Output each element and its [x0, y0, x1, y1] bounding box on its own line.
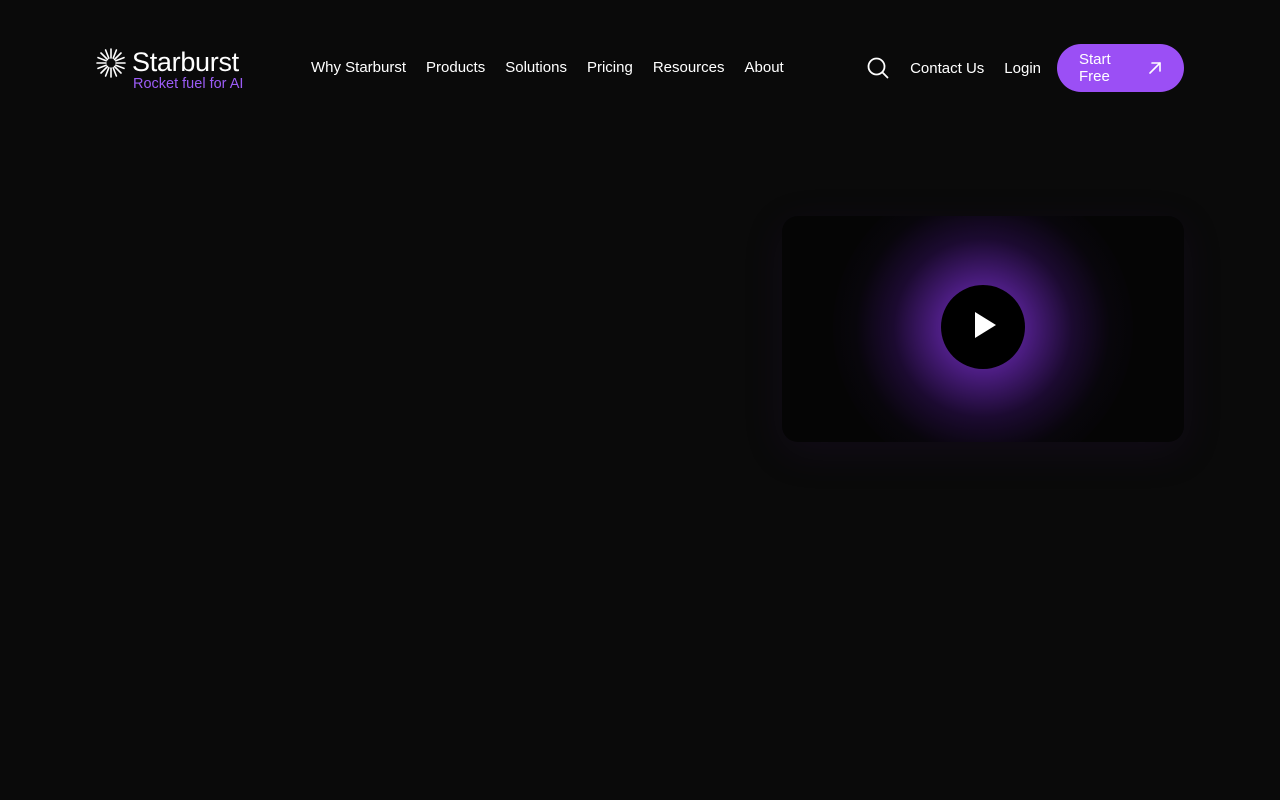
video-player[interactable]	[782, 216, 1184, 442]
play-icon	[966, 308, 1000, 347]
contact-us-link[interactable]: Contact Us	[910, 60, 984, 77]
main-nav: Why Starburst Products Solutions Pricing…	[311, 44, 784, 92]
start-free-button[interactable]: Start Free	[1057, 44, 1184, 92]
nav-item-solutions[interactable]: Solutions	[505, 44, 567, 92]
nav-item-pricing[interactable]: Pricing	[587, 44, 633, 92]
nav-item-why-starburst[interactable]: Why Starburst	[311, 44, 406, 92]
logo-link[interactable]: Starburst Rocket fuel for AI	[96, 46, 256, 94]
login-link[interactable]: Login	[1004, 60, 1041, 77]
start-free-label: Start Free	[1079, 51, 1111, 85]
arrow-up-right-icon	[1148, 61, 1162, 75]
header-actions: Contact Us Login Start Free	[866, 44, 1184, 92]
brand-name: Starburst	[132, 47, 239, 77]
brand-tagline: Rocket fuel for AI	[133, 76, 244, 92]
play-button[interactable]	[941, 285, 1025, 369]
nav-item-resources[interactable]: Resources	[653, 44, 725, 92]
nav-item-products[interactable]: Products	[426, 44, 485, 92]
page: Starburst Rocket fuel for AI Why Starbur…	[0, 0, 1280, 800]
starburst-icon	[96, 48, 126, 78]
search-icon[interactable]	[866, 56, 890, 80]
site-header: Starburst Rocket fuel for AI Why Starbur…	[96, 44, 1184, 92]
nav-item-about[interactable]: About	[745, 44, 784, 92]
